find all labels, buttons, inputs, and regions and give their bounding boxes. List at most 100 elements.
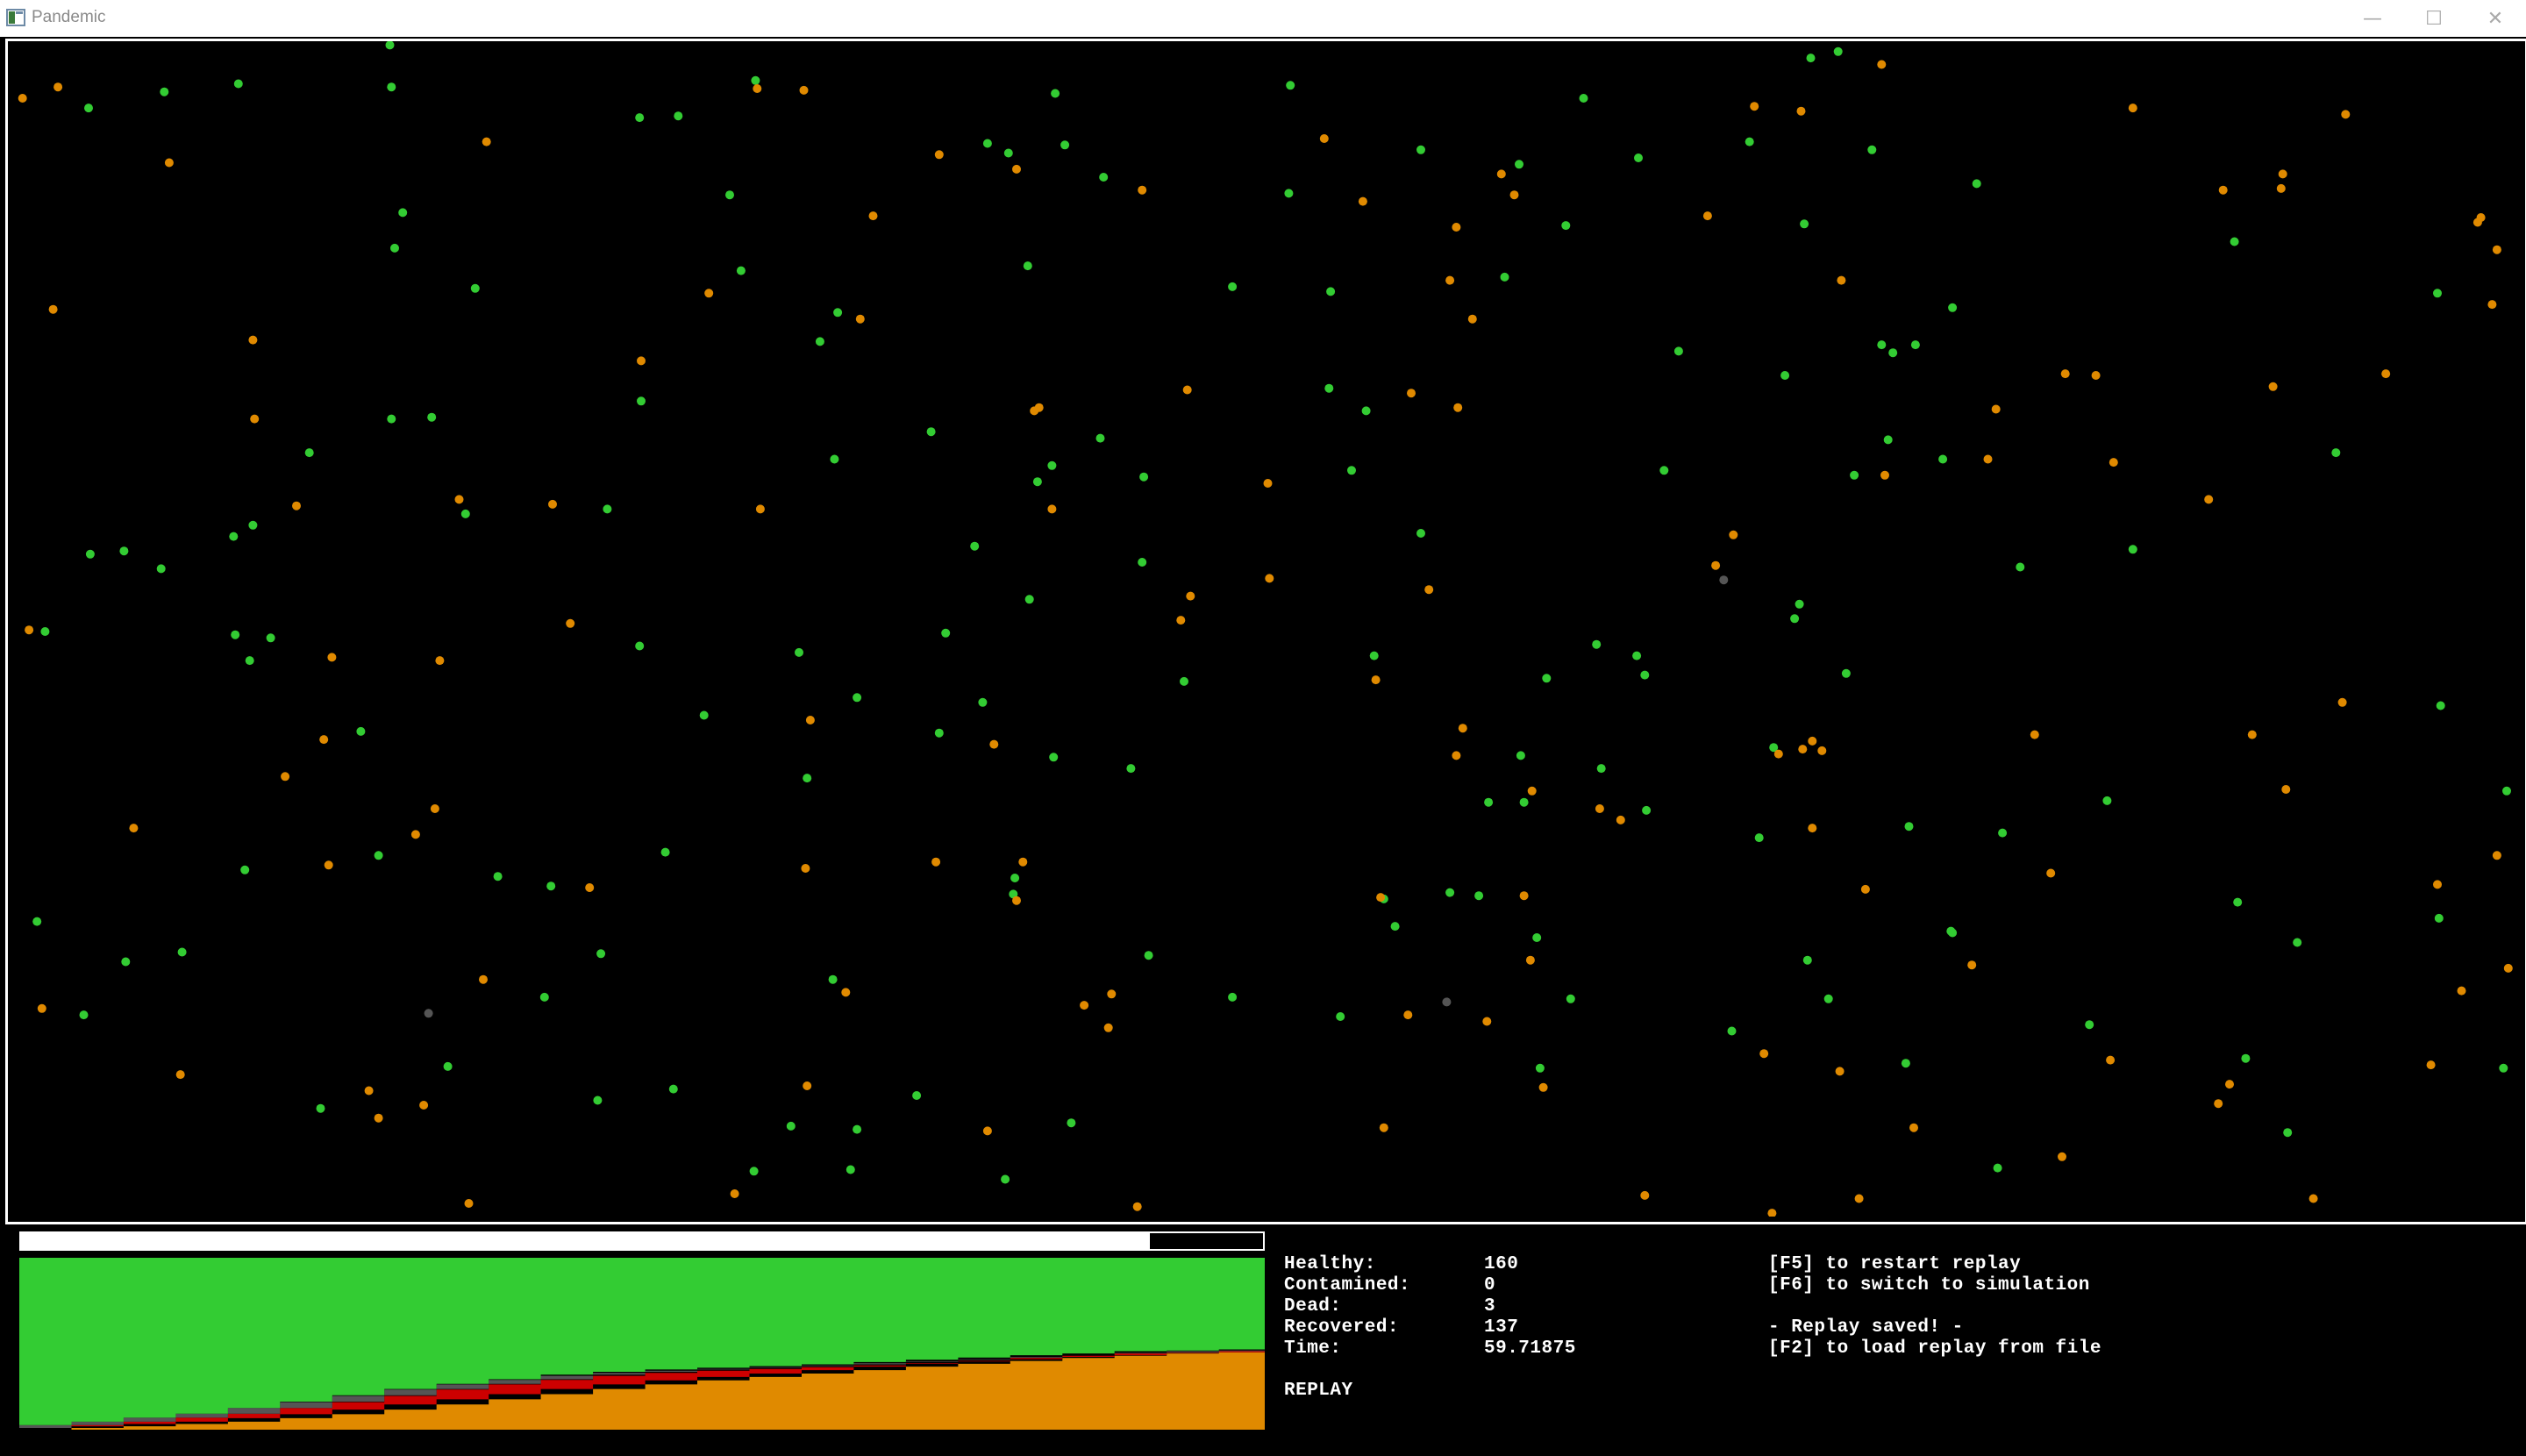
healthy-particle [1519, 797, 1529, 807]
recovered-particle [2106, 1055, 2116, 1065]
recovered-particle [704, 289, 714, 298]
minimize-button[interactable]: — [2342, 0, 2403, 37]
healthy-particle [1642, 805, 1652, 815]
healthy-particle [2331, 448, 2341, 458]
recovered-particle [1379, 1123, 1388, 1132]
title-bar[interactable]: Pandemic — ☐ ✕ [0, 0, 2526, 37]
recovered-particle [1403, 1010, 1413, 1020]
recovered-particle [2225, 1080, 2234, 1089]
healthy-particle [912, 1091, 922, 1100]
recovered-particle [1711, 560, 1721, 570]
replay-progress-bar [19, 1231, 1265, 1251]
healthy-particle [1099, 173, 1109, 182]
recovered-particle [1452, 751, 1461, 760]
recovered-particle [37, 1003, 46, 1013]
recovered-particle [164, 158, 174, 168]
recovered-particle [1750, 102, 1759, 111]
stat-dead-label: Dead: [1284, 1296, 1342, 1317]
healthy-particle [1416, 145, 1425, 154]
recovered-particle [2487, 300, 2497, 310]
recovered-particle [1527, 786, 1537, 796]
healthy-particle [970, 541, 980, 551]
healthy-particle [1841, 668, 1851, 678]
healthy-particle [1745, 137, 1754, 146]
healthy-particle [853, 693, 862, 703]
healthy-particle [1640, 670, 1650, 680]
healthy-particle [1286, 81, 1295, 90]
healthy-particle [736, 266, 746, 275]
recovered-particle [1759, 1049, 1769, 1059]
recovered-particle [2128, 103, 2137, 113]
recovered-particle [1176, 616, 1186, 625]
recovered-particle [566, 618, 575, 628]
healthy-particle [1998, 828, 2008, 838]
healthy-particle [603, 504, 612, 514]
healthy-particle [1659, 466, 1669, 475]
healthy-particle [1795, 599, 1804, 609]
healthy-particle [266, 633, 275, 643]
healthy-particle [699, 710, 709, 720]
healthy-particle [1023, 261, 1032, 271]
close-icon: ✕ [2487, 7, 2504, 30]
healthy-particle [846, 1165, 855, 1174]
healthy-particle [229, 532, 239, 541]
dead-particle [1719, 575, 1729, 585]
healthy-particle [1500, 272, 1509, 282]
recovered-particle [1729, 530, 1738, 539]
maximize-button[interactable]: ☐ [2403, 0, 2465, 37]
recovered-particle [54, 82, 63, 92]
recovered-particle [868, 211, 878, 221]
healthy-particle [1390, 922, 1400, 931]
hint-restart-replay: [F5] to restart replay [1768, 1254, 2022, 1274]
maximize-icon: ☐ [2425, 7, 2443, 30]
simulation-canvas[interactable] [5, 39, 2526, 1224]
healthy-particle [1049, 753, 1059, 762]
recovered-particle [2091, 371, 2101, 380]
recovered-particle [2308, 1194, 2318, 1203]
healthy-particle [1780, 371, 1790, 380]
recovered-particle [1496, 169, 1506, 179]
healthy-particle [1566, 994, 1575, 1003]
recovered-particle [1018, 857, 1028, 867]
healthy-particle [2499, 1063, 2508, 1073]
recovered-particle [855, 314, 865, 324]
healthy-particle [1347, 466, 1356, 475]
healthy-particle [934, 728, 944, 738]
healthy-particle [1228, 282, 1238, 291]
healthy-particle [1850, 470, 1859, 480]
healthy-particle [248, 520, 258, 530]
recovered-particle [1424, 585, 1434, 595]
recovered-particle [281, 772, 290, 782]
healthy-particle [1138, 558, 1147, 567]
healthy-particle [1727, 1026, 1737, 1036]
healthy-particle [1001, 1174, 1010, 1184]
healthy-particle [941, 628, 951, 638]
recovered-particle [1371, 675, 1381, 685]
healthy-particle [1938, 454, 1948, 464]
healthy-particle [660, 847, 670, 857]
healthy-particle [1180, 676, 1188, 686]
recovered-particle [2457, 986, 2466, 996]
healthy-particle [2241, 1053, 2251, 1063]
close-button[interactable]: ✕ [2465, 0, 2526, 37]
healthy-particle [2233, 897, 2243, 907]
healthy-particle [1535, 1063, 1545, 1073]
dead-particle [1442, 997, 1452, 1007]
healthy-particle [637, 396, 646, 406]
healthy-particle [460, 509, 470, 518]
healthy-particle [749, 1167, 759, 1176]
healthy-particle [2085, 1020, 2094, 1030]
healthy-particle [982, 139, 992, 148]
healthy-particle [443, 1061, 453, 1071]
healthy-particle [245, 656, 254, 666]
recovered-particle [18, 94, 27, 103]
healthy-particle [231, 630, 240, 639]
recovered-particle [1138, 185, 1147, 195]
healthy-particle [803, 774, 812, 783]
healthy-particle [853, 1124, 862, 1134]
healthy-particle [390, 243, 399, 253]
healthy-particle [1032, 477, 1042, 487]
healthy-particle [1561, 221, 1571, 231]
healthy-particle [240, 865, 250, 874]
recovered-particle [1808, 736, 1817, 746]
